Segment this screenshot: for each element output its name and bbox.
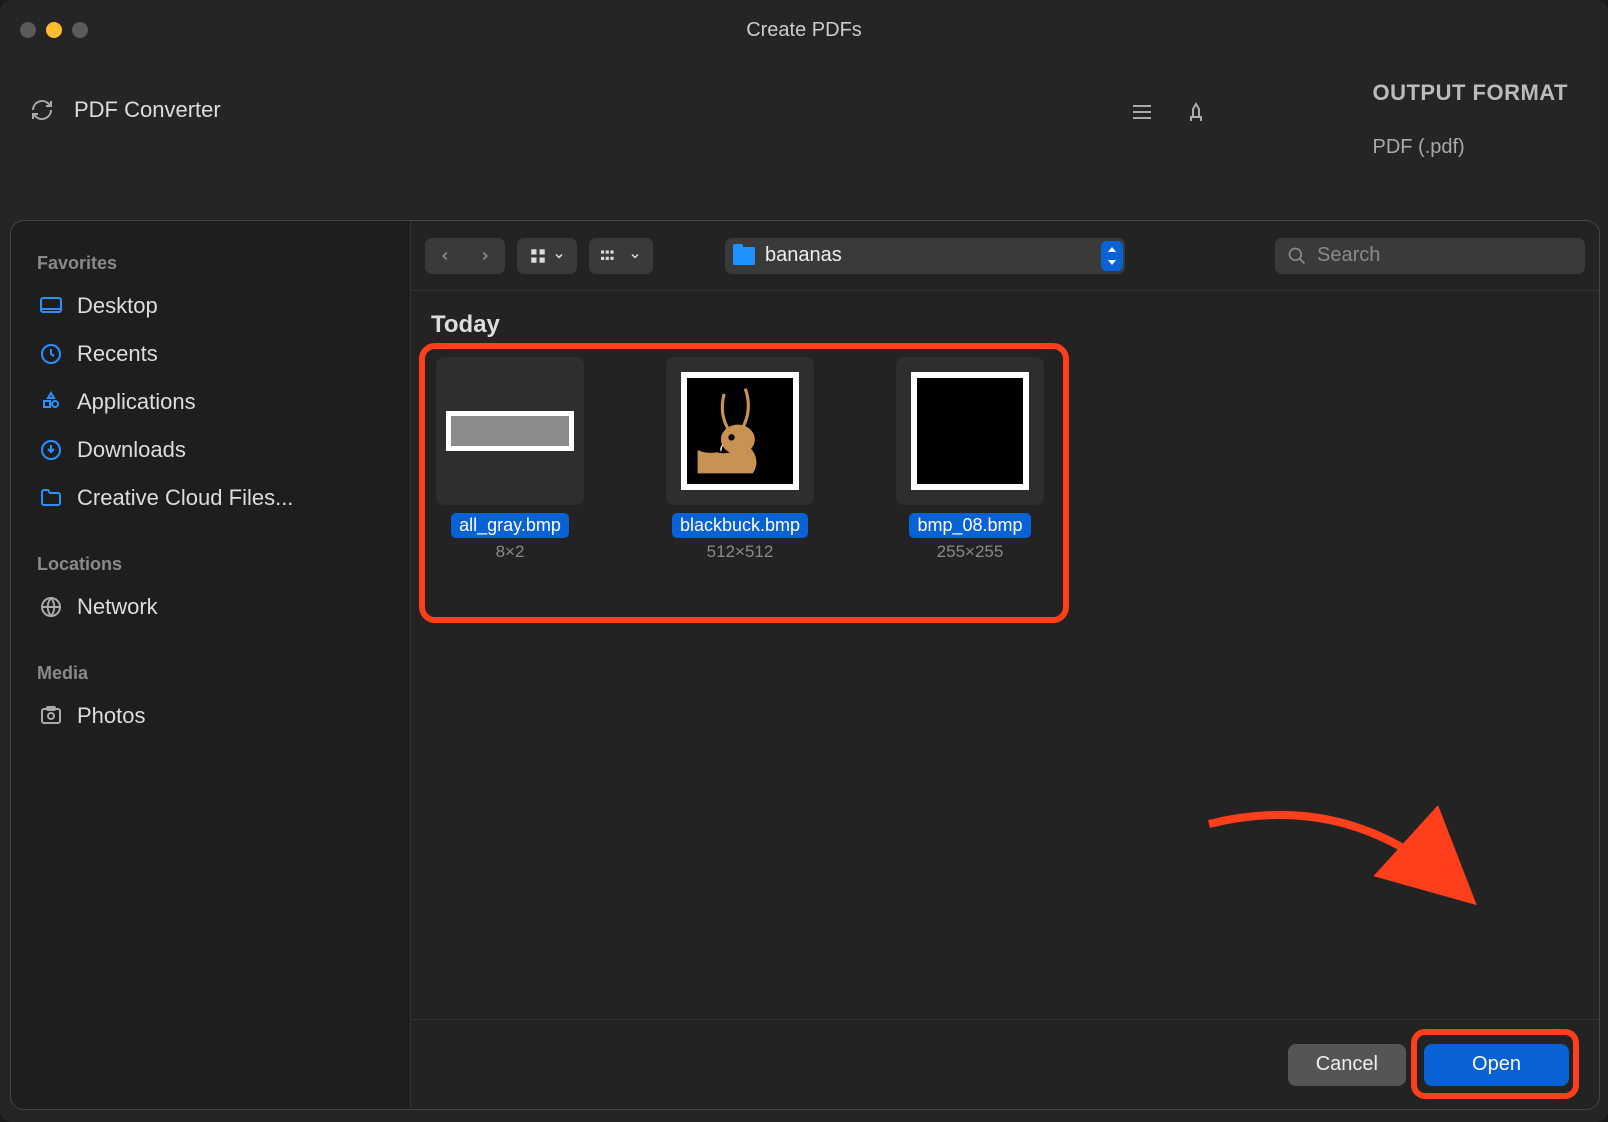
folder-name: bananas bbox=[765, 244, 842, 267]
file-area: Today all_gray.bmp 8×2 bbox=[411, 291, 1599, 1019]
sidebar-item-recents[interactable]: Recents bbox=[19, 330, 402, 378]
file-name: bmp_08.bmp bbox=[909, 513, 1030, 538]
output-value: PDF (.pdf) bbox=[1372, 136, 1568, 159]
sidebar-item-label: Creative Cloud Files... bbox=[77, 485, 293, 511]
desktop-icon bbox=[37, 292, 65, 320]
sidebar-item-applications[interactable]: Applications bbox=[19, 378, 402, 426]
open-button[interactable]: Open bbox=[1424, 1044, 1569, 1086]
file-grid: all_gray.bmp 8×2 bbox=[425, 345, 1585, 574]
titlebar: Create PDFs bbox=[0, 0, 1608, 60]
file-name: blackbuck.bmp bbox=[672, 513, 808, 538]
photos-icon bbox=[37, 702, 65, 730]
clock-icon bbox=[37, 340, 65, 368]
folder-icon bbox=[37, 484, 65, 512]
file-item[interactable]: blackbuck.bmp 512×512 bbox=[665, 357, 815, 562]
app-window: Create PDFs PDF Converter OUTPUT FORMAT … bbox=[0, 0, 1608, 1122]
file-item[interactable]: all_gray.bmp 8×2 bbox=[435, 357, 585, 562]
nav-arrows bbox=[425, 238, 505, 274]
sidebar-item-network[interactable]: Network bbox=[19, 583, 402, 631]
dialog-main: bananas Search Today bbox=[411, 221, 1599, 1109]
sidebar-item-label: Desktop bbox=[77, 293, 158, 319]
sidebar-item-downloads[interactable]: Downloads bbox=[19, 426, 402, 474]
sidebar-item-label: Network bbox=[77, 594, 158, 620]
app-header: PDF Converter bbox=[0, 60, 1608, 160]
apps-icon bbox=[37, 388, 65, 416]
sidebar-item-label: Photos bbox=[77, 703, 146, 729]
nav-back-button[interactable] bbox=[425, 238, 465, 274]
file-section-header: Today bbox=[425, 311, 1585, 339]
downloads-icon bbox=[37, 436, 65, 464]
sidebar-item-photos[interactable]: Photos bbox=[19, 692, 402, 740]
close-window-button[interactable] bbox=[20, 22, 36, 38]
sidebar-item-desktop[interactable]: Desktop bbox=[19, 282, 402, 330]
folder-selector[interactable]: bananas bbox=[725, 238, 1125, 274]
header-tool-icons bbox=[1130, 100, 1208, 129]
cancel-button[interactable]: Cancel bbox=[1288, 1044, 1406, 1086]
group-button[interactable] bbox=[589, 238, 653, 274]
traffic-lights bbox=[20, 22, 88, 38]
sidebar-item-creative-cloud[interactable]: Creative Cloud Files... bbox=[19, 474, 402, 522]
dialog-footer: Cancel Open bbox=[411, 1019, 1599, 1109]
output-header: OUTPUT FORMAT bbox=[1372, 80, 1568, 106]
file-thumbnail bbox=[666, 357, 814, 505]
brush-icon[interactable] bbox=[1184, 100, 1208, 129]
sidebar: Favorites Desktop Recents Applications bbox=[11, 221, 411, 1109]
nav-forward-button[interactable] bbox=[465, 238, 505, 274]
file-item[interactable]: bmp_08.bmp 255×255 bbox=[895, 357, 1045, 562]
file-dialog: Favorites Desktop Recents Applications bbox=[10, 220, 1600, 1110]
sidebar-section-media: Media bbox=[19, 651, 402, 692]
network-icon bbox=[37, 593, 65, 621]
search-icon bbox=[1287, 246, 1307, 266]
updown-icon bbox=[1101, 241, 1123, 271]
file-thumbnail bbox=[436, 357, 584, 505]
sidebar-item-label: Downloads bbox=[77, 437, 186, 463]
search-input[interactable]: Search bbox=[1275, 238, 1585, 274]
file-size: 8×2 bbox=[496, 542, 525, 562]
file-size: 255×255 bbox=[937, 542, 1004, 562]
file-thumbnail bbox=[896, 357, 1044, 505]
minimize-window-button[interactable] bbox=[46, 22, 62, 38]
window-title: Create PDFs bbox=[0, 19, 1608, 42]
output-panel: OUTPUT FORMAT PDF (.pdf) bbox=[1372, 80, 1568, 159]
app-name: PDF Converter bbox=[74, 97, 221, 123]
sidebar-item-label: Recents bbox=[77, 341, 158, 367]
chevron-down-icon bbox=[553, 250, 565, 262]
annotation-arrow bbox=[1189, 799, 1489, 919]
chevron-down-icon bbox=[629, 250, 641, 262]
file-size: 512×512 bbox=[707, 542, 774, 562]
file-name: all_gray.bmp bbox=[451, 513, 569, 538]
search-placeholder: Search bbox=[1317, 244, 1380, 267]
maximize-window-button[interactable] bbox=[72, 22, 88, 38]
sidebar-section-favorites: Favorites bbox=[19, 241, 402, 282]
folder-icon bbox=[733, 247, 755, 265]
list-icon[interactable] bbox=[1130, 100, 1154, 129]
sidebar-section-locations: Locations bbox=[19, 542, 402, 583]
dialog-toolbar: bananas Search bbox=[411, 221, 1599, 291]
sidebar-item-label: Applications bbox=[77, 389, 196, 415]
refresh-icon[interactable] bbox=[30, 98, 54, 122]
view-grid-button[interactable] bbox=[517, 238, 577, 274]
